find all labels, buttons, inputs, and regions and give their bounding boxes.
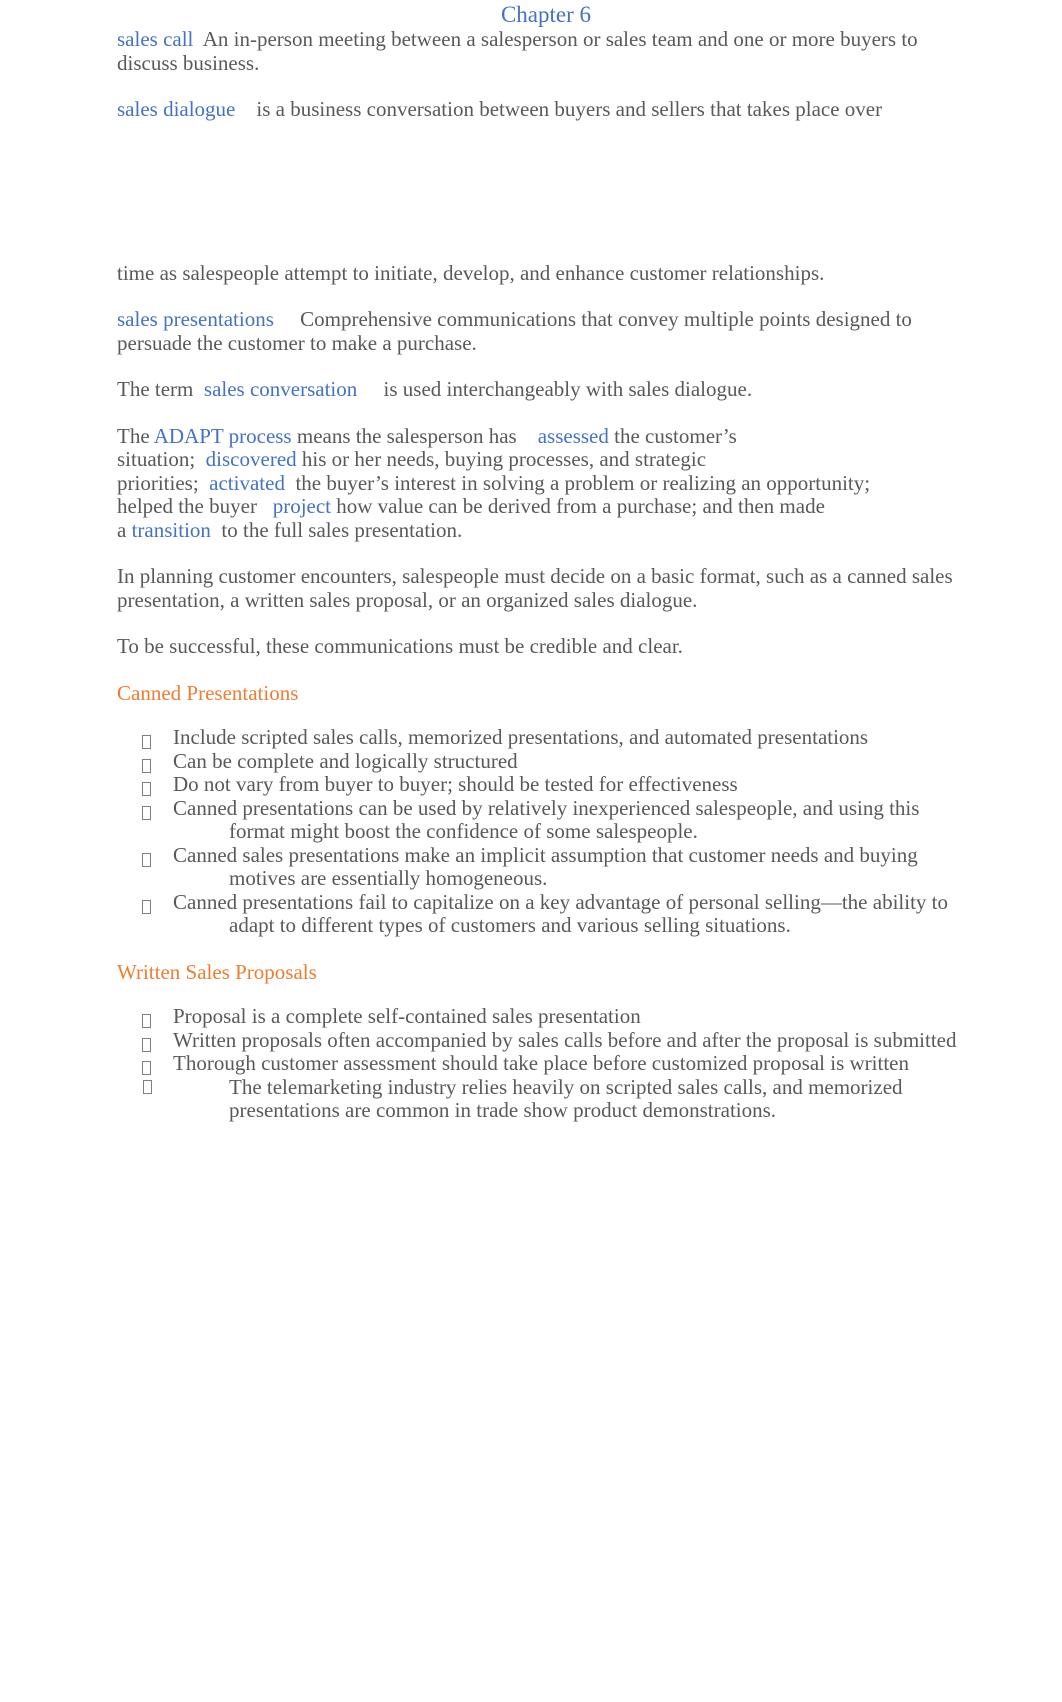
glossary-entry-sales-conversation: The term sales conversation is used inte… xyxy=(117,377,962,402)
term-sales-dialogue: sales dialogue xyxy=(117,97,236,121)
list-item: Written proposals often accompanied by s… xyxy=(142,1027,962,1053)
adapt-seg-4: the buyer’s interest in solving a proble… xyxy=(295,470,871,495)
definition-sales-call: An in-person meeting between a salespers… xyxy=(117,27,918,75)
bullet-box-icon xyxy=(142,1056,151,1080)
term-adapt-process: ADAPT process xyxy=(153,423,292,448)
adapt-seg-3: his or her needs, buying processes, and … xyxy=(301,447,707,471)
list-item: Canned sales presentations make an impli… xyxy=(142,842,962,891)
list-item-text: Canned sales presentations make an impli… xyxy=(173,842,918,890)
adapt-step-assessed: assessed xyxy=(537,423,609,448)
bullet-box-icon xyxy=(142,777,151,801)
adapt-line4-lead: helped the buyer xyxy=(117,494,257,518)
adapt-line3-lead: priorities; xyxy=(117,470,199,495)
adapt-seg-1: means the salesperson has xyxy=(296,423,517,448)
bullet-box-icon xyxy=(142,730,151,754)
list-item: Do not vary from buyer to buyer; should … xyxy=(142,772,962,797)
list-item-text: Can be complete and logically structured xyxy=(173,748,518,773)
list-item: Proposal is a complete self-contained sa… xyxy=(142,1004,962,1029)
list-item: Include scripted sales calls, memorized … xyxy=(142,725,962,750)
sales-conversation-lead-in: The term xyxy=(117,377,194,401)
list-item: Thorough customer assessment should take… xyxy=(142,1051,962,1076)
list-item-text: Canned presentations can be used by rela… xyxy=(173,795,920,843)
adapt-step-transition: transition xyxy=(131,517,211,542)
adapt-line5-lead: a xyxy=(117,517,127,542)
sub-list-item-text: The telemarketing industry relies heavil… xyxy=(229,1074,903,1122)
list-item-text: Canned presentations fail to capitalize … xyxy=(173,889,949,937)
sub-bullet-list-telemarketing: The telemarketing industry relies heavil… xyxy=(143,1074,962,1123)
heading-gap xyxy=(117,984,962,1005)
bullet-list-canned-presentations: Include scripted sales calls, memorized … xyxy=(142,725,962,938)
paragraph-credible: To be successful, these communications m… xyxy=(117,634,683,658)
bullet-box-icon xyxy=(142,895,151,919)
list-item-text: Do not vary from buyer to buyer; should … xyxy=(173,772,738,796)
large-blank-gap xyxy=(117,122,962,262)
document-page: Chapter 6 sales call An in-person meetin… xyxy=(0,2,1062,1702)
list-item: Can be complete and logically structured xyxy=(142,748,962,774)
adapt-step-project: project xyxy=(272,494,332,518)
definition-sales-dialogue-continued: time as salespeople attempt to initiate,… xyxy=(117,260,825,285)
adapt-line-3: priorities; activated the buyer’s intere… xyxy=(117,470,962,496)
bullet-list-written-sales-proposals: Proposal is a complete self-contained sa… xyxy=(142,1004,962,1076)
bullet-box-icon xyxy=(143,1079,152,1098)
glossary-entry-sales-dialogue: sales dialogue is a business conversatio… xyxy=(117,97,962,122)
adapt-step-discovered: discovered xyxy=(205,447,297,471)
bullet-box-icon xyxy=(142,1033,151,1057)
section-heading-written-sales-proposals: Written Sales Proposals xyxy=(117,959,317,984)
adapt-process-block: The ADAPT process means the salesperson … xyxy=(117,423,962,543)
list-item-text: Written proposals often accompanied by s… xyxy=(173,1027,957,1052)
adapt-line-2: situation; discovered his or her needs, … xyxy=(117,447,962,472)
term-sales-conversation: sales conversation xyxy=(203,377,358,401)
term-sales-call: sales call xyxy=(117,27,194,51)
adapt-seg-2: the customer’s xyxy=(614,423,737,448)
document-body: sales call An in-person meeting between … xyxy=(0,27,1062,1123)
list-item-text: Proposal is a complete self-contained sa… xyxy=(173,1004,641,1028)
term-sales-presentations: sales presentations xyxy=(117,307,274,331)
glossary-entry-sales-call: sales call An in-person meeting between … xyxy=(117,27,962,75)
adapt-line-5: a transition to the full sales presentat… xyxy=(117,517,962,543)
sales-conversation-tail: is used interchangeably with sales dialo… xyxy=(383,377,753,401)
list-item: Canned presentations can be used by rela… xyxy=(142,795,962,844)
adapt-seg-5: how value can be derived from a purchase… xyxy=(336,494,825,518)
adapt-step-activated: activated xyxy=(209,470,285,495)
adapt-lead-in: The xyxy=(117,423,150,448)
adapt-line-4: helped the buyer project how value can b… xyxy=(117,494,962,519)
list-item-text: Thorough customer assessment should take… xyxy=(173,1051,909,1075)
definition-sales-dialogue-part1: is a business conversation between buyer… xyxy=(256,97,883,121)
bullet-box-icon xyxy=(142,754,151,778)
bullet-box-icon xyxy=(142,801,151,825)
page-title: Chapter 6 xyxy=(500,2,592,27)
adapt-line-1: The ADAPT process means the salesperson … xyxy=(117,423,962,449)
bullet-box-icon xyxy=(142,1009,151,1033)
section-heading-canned-presentations: Canned Presentations xyxy=(117,680,299,705)
list-item: Canned presentations fail to capitalize … xyxy=(142,889,962,938)
heading-gap xyxy=(117,705,962,726)
glossary-entry-sales-presentations: sales presentations Comprehensive commun… xyxy=(117,307,962,355)
paragraph-planning: In planning customer encounters, salespe… xyxy=(117,564,953,612)
adapt-line2-lead: situation; xyxy=(117,447,196,471)
adapt-seg-6: to the full sales presentation. xyxy=(221,517,463,542)
list-item-text: Include scripted sales calls, memorized … xyxy=(173,725,869,749)
bullet-box-icon xyxy=(142,848,151,872)
